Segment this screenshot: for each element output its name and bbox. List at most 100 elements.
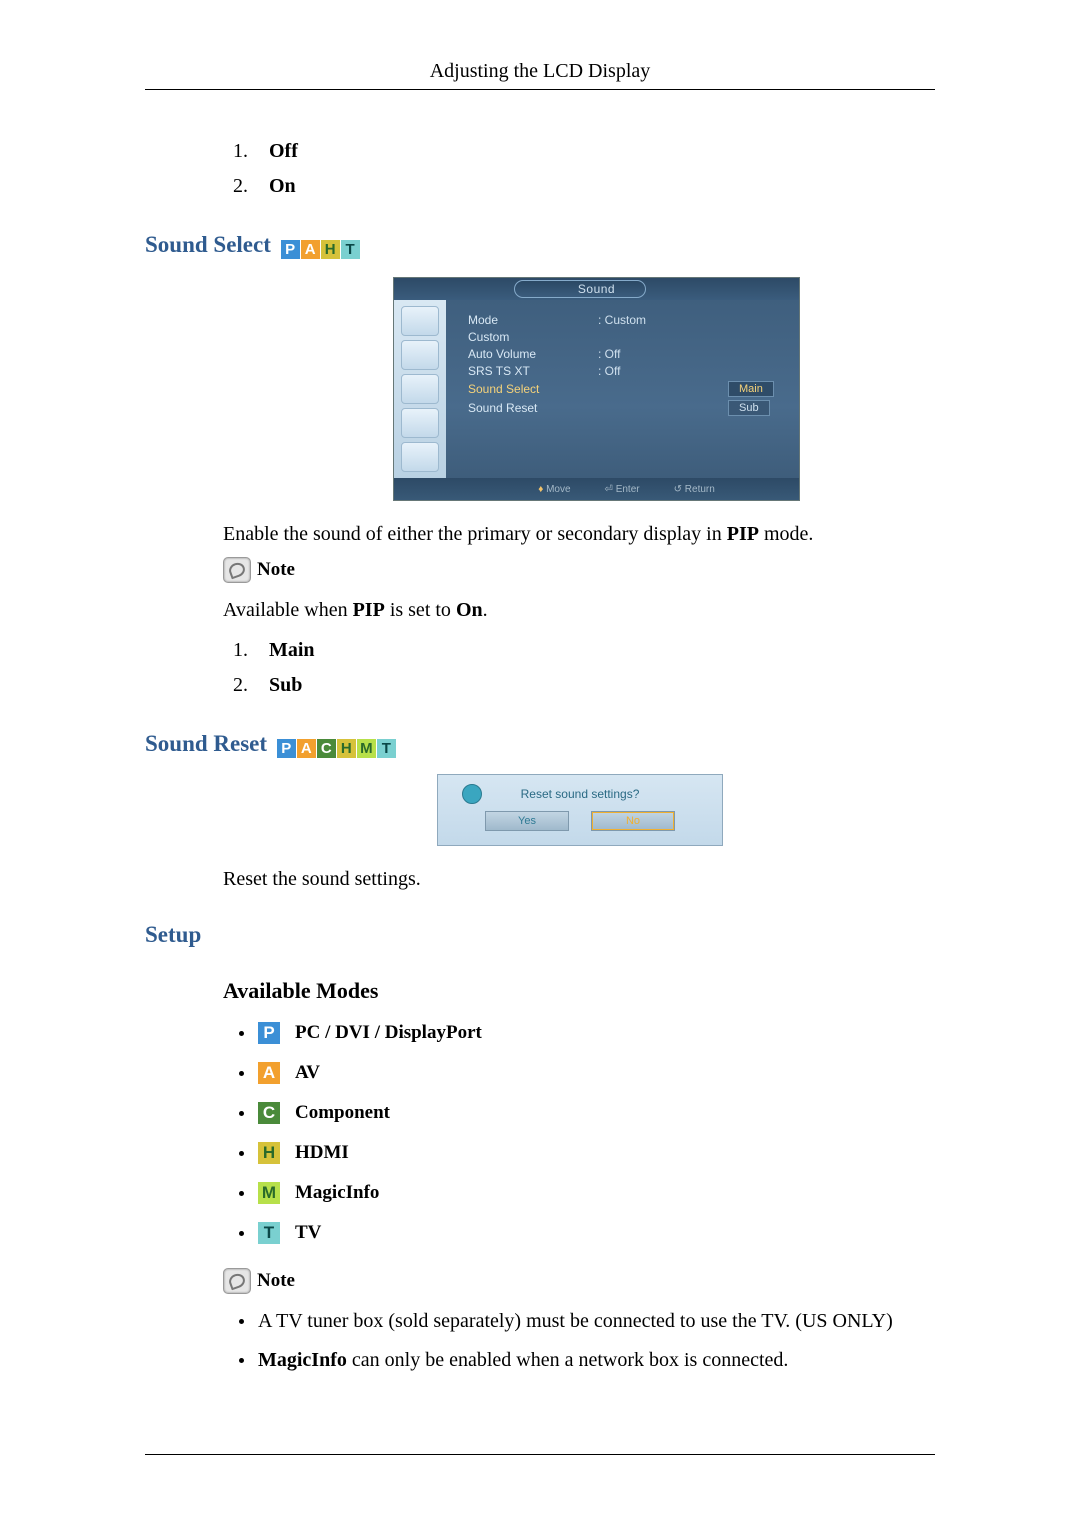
osd-nav-icon: [401, 340, 439, 370]
dialog-yes-button: Yes: [485, 811, 569, 831]
mode-t-icon: T: [377, 739, 396, 758]
osd-row: Mode: Custom: [468, 313, 783, 327]
osd-key: Custom: [468, 330, 598, 344]
bullet-icon: [239, 1151, 244, 1156]
osd-sidenav: [394, 300, 446, 478]
sound-select-desc: Enable the sound of either the primary o…: [223, 521, 935, 547]
onoff-off: Off: [269, 140, 298, 162]
heading-sound-reset: Sound Reset PACHMT: [145, 731, 935, 758]
sound-select-options: Main Sub: [253, 639, 935, 697]
mode-c-icon: C: [258, 1102, 280, 1124]
osd-key: Mode: [468, 313, 598, 327]
osd-key: SRS TS XT: [468, 364, 598, 378]
osd-reset-dialog: Reset sound settings? Yes No: [437, 774, 723, 846]
text: can only be enabled when a network box i…: [347, 1349, 789, 1371]
note: Note: [223, 1268, 935, 1294]
note-text: A TV tuner box (sold separately) must be…: [258, 1310, 893, 1333]
mode-item-magicinfo: M MagicInfo: [239, 1182, 935, 1204]
text-bold: MagicInfo: [258, 1349, 347, 1371]
mode-label: Component: [295, 1102, 390, 1124]
mode-c-icon: C: [317, 739, 336, 758]
osd-key: Sound Select: [468, 382, 598, 396]
list-item: On: [253, 175, 935, 198]
osd-footer-return-text: Return: [685, 484, 715, 495]
dialog-question: Reset sound settings?: [521, 787, 640, 801]
mode-item-tv: T TV: [239, 1222, 935, 1244]
page-header: Adjusting the LCD Display: [145, 60, 935, 90]
mode-item-hdmi: HHDMI: [239, 1142, 935, 1164]
mode-m-icon: M: [357, 739, 376, 758]
bullet-icon: [239, 1231, 244, 1236]
heading-text: Sound Reset: [145, 731, 267, 756]
osd-row: Sound Reset Sub: [468, 400, 783, 416]
osd-footer: ♦ Move ⏎ Enter ↺ Return: [394, 478, 799, 500]
text: .: [483, 599, 488, 621]
mode-a-icon: A: [258, 1062, 280, 1084]
osd-value: : Off: [598, 347, 620, 361]
onoff-list: Off On: [253, 140, 935, 198]
mode-t-icon: T: [341, 240, 360, 259]
heading-available-modes: Available Modes: [223, 978, 935, 1004]
mode-label: PC / DVI / DisplayPort: [295, 1022, 482, 1044]
osd-key: Sound Reset: [468, 401, 598, 415]
dialog-no-button: No: [591, 811, 675, 831]
available-modes-list: P PC / DVI / DisplayPort A AV C Component H…: [239, 1022, 935, 1244]
note-item: MagicInfo can only be enabled when a net…: [239, 1349, 935, 1372]
bullet-icon: [239, 1358, 244, 1363]
osd-footer-move: ♦ Move: [538, 484, 570, 495]
osd-suboption-main: Main: [728, 381, 774, 397]
option-sub: Sub: [269, 674, 302, 696]
osd-menu-list: Mode: Custom Custom Auto Volume: Off SRS…: [446, 300, 799, 478]
text-bold: On: [456, 599, 483, 621]
text: Available when: [223, 599, 353, 621]
mode-m-icon: M: [258, 1182, 280, 1204]
bullet-icon: [239, 1319, 244, 1324]
osd-nav-icon: [401, 442, 439, 472]
note: Note: [223, 557, 935, 583]
osd-row-selected: Sound Select Main: [468, 381, 783, 397]
mode-item-pc: P PC / DVI / DisplayPort: [239, 1022, 935, 1044]
mode-a-icon: A: [297, 739, 316, 758]
mode-item-component: C Component: [239, 1102, 935, 1124]
bullet-icon: [239, 1031, 244, 1036]
mode-label: HDMI: [295, 1142, 349, 1164]
sound-select-availability: Available when PIP is set to On.: [223, 597, 935, 623]
mode-p-icon: P: [258, 1022, 280, 1044]
osd-key: Auto Volume: [468, 347, 598, 361]
mode-label: MagicInfo: [295, 1182, 379, 1204]
note-label: Note: [257, 1270, 295, 1292]
heading-setup: Setup: [145, 922, 935, 948]
mode-label: TV: [295, 1222, 321, 1244]
list-item: Sub: [253, 674, 935, 697]
text: mode.: [759, 523, 813, 545]
mode-label: AV: [295, 1062, 320, 1084]
osd-row: SRS TS XT: Off: [468, 364, 783, 378]
osd-row: Auto Volume: Off: [468, 347, 783, 361]
mode-p-icon: P: [277, 739, 296, 758]
note-label: Note: [257, 559, 295, 581]
osd-footer-move-text: Move: [546, 484, 570, 495]
text: is set to: [385, 599, 456, 621]
sound-reset-desc: Reset the sound settings.: [223, 866, 935, 892]
bullet-icon: [239, 1191, 244, 1196]
text-bold: PIP: [353, 599, 385, 621]
bullet-icon: [239, 1111, 244, 1116]
mode-t-icon: T: [258, 1222, 280, 1244]
osd-nav-icon: [401, 306, 439, 336]
osd-footer-return: ↺ Return: [674, 484, 715, 495]
dialog-question-row: Reset sound settings?: [446, 787, 714, 801]
osd-title-text: Sound: [578, 282, 615, 296]
osd-suboption-sub: Sub: [728, 400, 770, 416]
note-icon: [223, 1268, 251, 1294]
osd-footer-enter: ⏎ Enter: [605, 484, 640, 495]
heading-text: Sound Select: [145, 232, 271, 257]
setup-notes-list: A TV tuner box (sold separately) must be…: [239, 1310, 935, 1372]
list-item: Off: [253, 140, 935, 163]
osd-title: Sound: [394, 278, 799, 300]
text: Enable the sound of either the primary o…: [223, 523, 727, 545]
mode-h-icon: H: [337, 739, 356, 758]
info-icon: [462, 784, 482, 804]
footer-rule: [145, 1454, 935, 1455]
note-icon: [223, 557, 251, 583]
option-main: Main: [269, 639, 315, 661]
